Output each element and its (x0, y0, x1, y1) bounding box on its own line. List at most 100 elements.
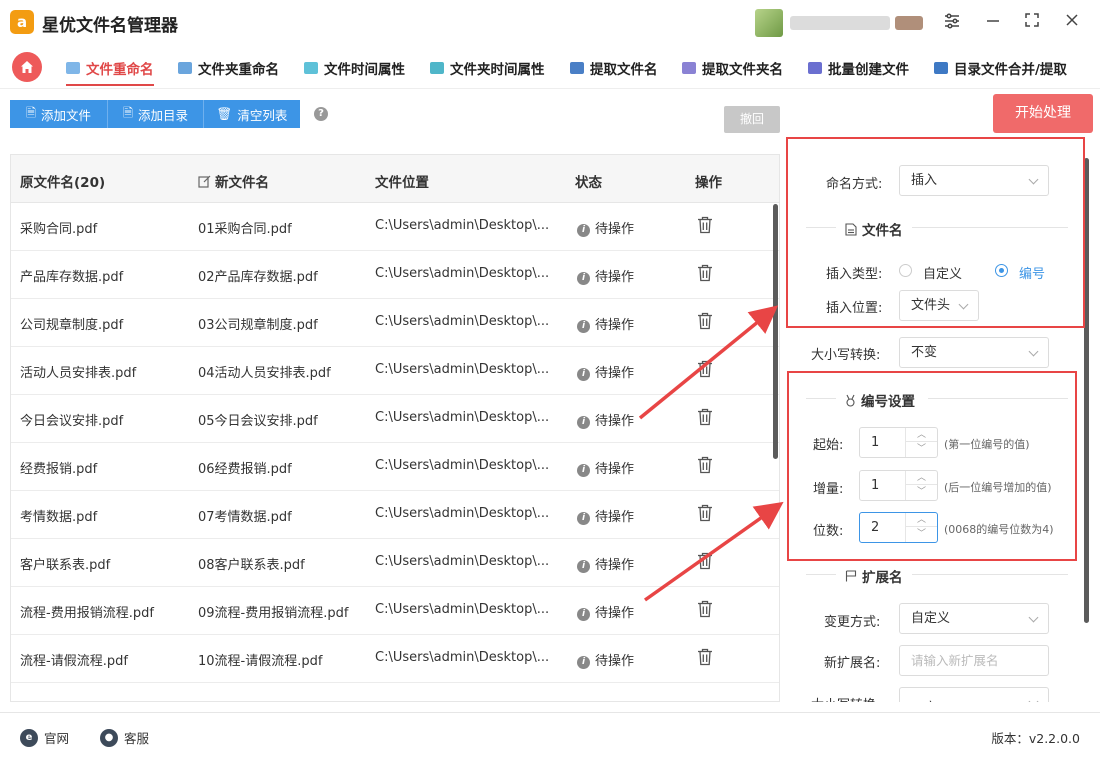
extract-foldername-icon (682, 62, 696, 74)
add-dir-label: 添加目录 (138, 107, 189, 123)
status-label: 待操作 (595, 366, 635, 381)
tab-extract-foldername[interactable]: 提取文件夹名 (682, 56, 783, 80)
support-link[interactable]: ● 客服 (100, 728, 149, 747)
table-row-partial (11, 683, 779, 701)
tab-file-rename[interactable]: 文件重命名 (66, 56, 154, 86)
delete-icon[interactable] (697, 456, 713, 474)
maximize-icon[interactable] (1021, 12, 1043, 34)
table-row[interactable]: 流程-费用报销流程.pdf 09流程-费用报销流程.pdf C:\Users\adm… (11, 587, 779, 635)
website-label: 官网 (44, 731, 70, 746)
user-avatar[interactable] (755, 9, 783, 37)
website-link[interactable]: e 官网 (20, 728, 69, 747)
table-row[interactable]: 客户联系表.pdf 08客户联系表.pdf C:\Users\admin\Deskt… (11, 539, 779, 587)
chevron-down-icon (1028, 612, 1039, 623)
app-title: 星优文件名管理器 (42, 16, 178, 36)
location-cell: C:\Users\admin\Desktop\... (375, 650, 550, 665)
undo-button[interactable]: 撤回 (724, 106, 780, 133)
header-label: 新文件名 (215, 175, 269, 191)
minimize-icon[interactable] (982, 12, 1004, 34)
header-new-name[interactable]: 新文件名 (198, 171, 269, 191)
header-location: 文件位置 (375, 171, 429, 191)
highlight-box-filename (786, 137, 1085, 328)
new-name-cell: 02产品库存数据.pdf (198, 270, 318, 285)
info-icon: i (577, 560, 590, 573)
delete-icon[interactable] (697, 264, 713, 282)
table-row[interactable]: 经费报销.pdf 06经费报销.pdf C:\Users\admin\Desktop… (11, 443, 779, 491)
ie-globe-icon: e (20, 728, 38, 747)
home-button[interactable] (12, 52, 42, 82)
status-label: 待操作 (595, 510, 635, 525)
table-row[interactable]: 活动人员安排表.pdf 04活动人员安排表.pdf C:\Users\admin\D… (11, 347, 779, 395)
info-icon: i (577, 368, 590, 381)
tab-batch-create[interactable]: 批量创建文件 (808, 56, 909, 80)
header-orig-name[interactable]: 原文件名(20) (20, 171, 105, 191)
new-name-cell: 07考情数据.pdf (198, 510, 292, 525)
status-cell: i 待操作 (577, 314, 634, 333)
ext-case-value: 不变 (911, 701, 937, 702)
dir-merge-icon (934, 62, 948, 74)
new-name-cell: 01采购合同.pdf (198, 222, 292, 237)
clear-list-label: 清空列表 (237, 107, 288, 123)
status-label: 待操作 (595, 606, 635, 621)
chat-bubble-icon: ● (100, 728, 118, 747)
delete-icon[interactable] (697, 552, 713, 570)
orig-name-cell: 公司规章制度.pdf (20, 318, 124, 333)
orig-name-cell: 流程-请假流程.pdf (20, 654, 128, 669)
tab-label: 文件时间属性 (324, 62, 405, 78)
orig-name-cell: 采购合同.pdf (20, 222, 98, 237)
status-cell: i 待操作 (577, 362, 634, 381)
delete-icon[interactable] (697, 504, 713, 522)
table-row[interactable]: 流程-请假流程.pdf 10流程-请假流程.pdf C:\Users\admin\D… (11, 635, 779, 683)
info-icon: i (577, 656, 590, 669)
orig-name-cell: 今日会议安排.pdf (20, 414, 124, 429)
file-icon: 🗎 (25, 104, 37, 120)
table-row[interactable]: 考情数据.pdf 07考情数据.pdf C:\Users\admin\Desktop… (11, 491, 779, 539)
new-name-cell: 08客户联系表.pdf (198, 558, 305, 573)
add-file-button[interactable]: 🗎 添加文件 (10, 100, 107, 128)
header-label: 原文件名(20) (20, 175, 106, 191)
tab-label: 文件夹重命名 (198, 62, 279, 78)
tab-dir-merge[interactable]: 目录文件合并/提取 (934, 56, 1067, 80)
table-row[interactable]: 产品库存数据.pdf 02产品库存数据.pdf C:\Users\admin\Des… (11, 251, 779, 299)
tab-extract-filename[interactable]: 提取文件名 (570, 56, 658, 80)
settings-icon[interactable] (941, 12, 963, 34)
tab-file-time[interactable]: 文件时间属性 (304, 56, 405, 80)
delete-icon[interactable] (697, 360, 713, 378)
delete-icon[interactable] (697, 600, 713, 618)
help-icon[interactable]: ? (314, 107, 328, 121)
table-scrollbar[interactable] (773, 204, 778, 459)
tab-folder-rename[interactable]: 文件夹重命名 (178, 56, 279, 80)
start-process-button[interactable]: 开始处理 (993, 94, 1093, 133)
support-label: 客服 (124, 731, 150, 746)
batch-create-icon (808, 62, 822, 74)
add-dir-button[interactable]: 🗎 添加目录 (107, 100, 203, 128)
tab-label: 目录文件合并/提取 (954, 62, 1067, 78)
close-icon[interactable] (1061, 12, 1083, 34)
footer (0, 712, 1100, 760)
chevron-down-icon (1028, 346, 1039, 357)
orig-name-cell: 活动人员安排表.pdf (20, 366, 137, 381)
new-name-cell: 06经费报销.pdf (198, 462, 292, 477)
new-ext-input[interactable]: 请输入新扩展名 (899, 645, 1049, 676)
ext-mode-select[interactable]: 自定义 (899, 603, 1049, 634)
table-row[interactable]: 公司规章制度.pdf 03公司规章制度.pdf C:\Users\admin\Des… (11, 299, 779, 347)
case-select[interactable]: 不变 (899, 337, 1049, 368)
info-icon: i (577, 464, 590, 477)
delete-icon[interactable] (697, 648, 713, 666)
status-cell: i 待操作 (577, 554, 634, 573)
status-cell: i 待操作 (577, 266, 634, 285)
tab-folder-time[interactable]: 文件夹时间属性 (430, 56, 545, 80)
delete-icon[interactable] (697, 408, 713, 426)
home-icon (21, 61, 33, 73)
delete-icon[interactable] (697, 216, 713, 234)
delete-icon[interactable] (697, 312, 713, 330)
ext-case-select[interactable]: 不变 (899, 687, 1049, 702)
location-cell: C:\Users\admin\Desktop\... (375, 266, 550, 281)
table-row[interactable]: 采购合同.pdf 01采购合同.pdf C:\Users\admin\Desktop… (11, 203, 779, 251)
version-text: 版本：v2.2.0.0 (991, 731, 1080, 746)
folder-rename-icon (178, 62, 192, 74)
table-row[interactable]: 今日会议安排.pdf 05今日会议安排.pdf C:\Users\admin\Des… (11, 395, 779, 443)
clear-list-button[interactable]: 🗑 清空列表 (203, 100, 300, 128)
status-cell: i 待操作 (577, 218, 634, 237)
new-name-cell: 09流程-费用报销流程.pdf (198, 606, 349, 621)
